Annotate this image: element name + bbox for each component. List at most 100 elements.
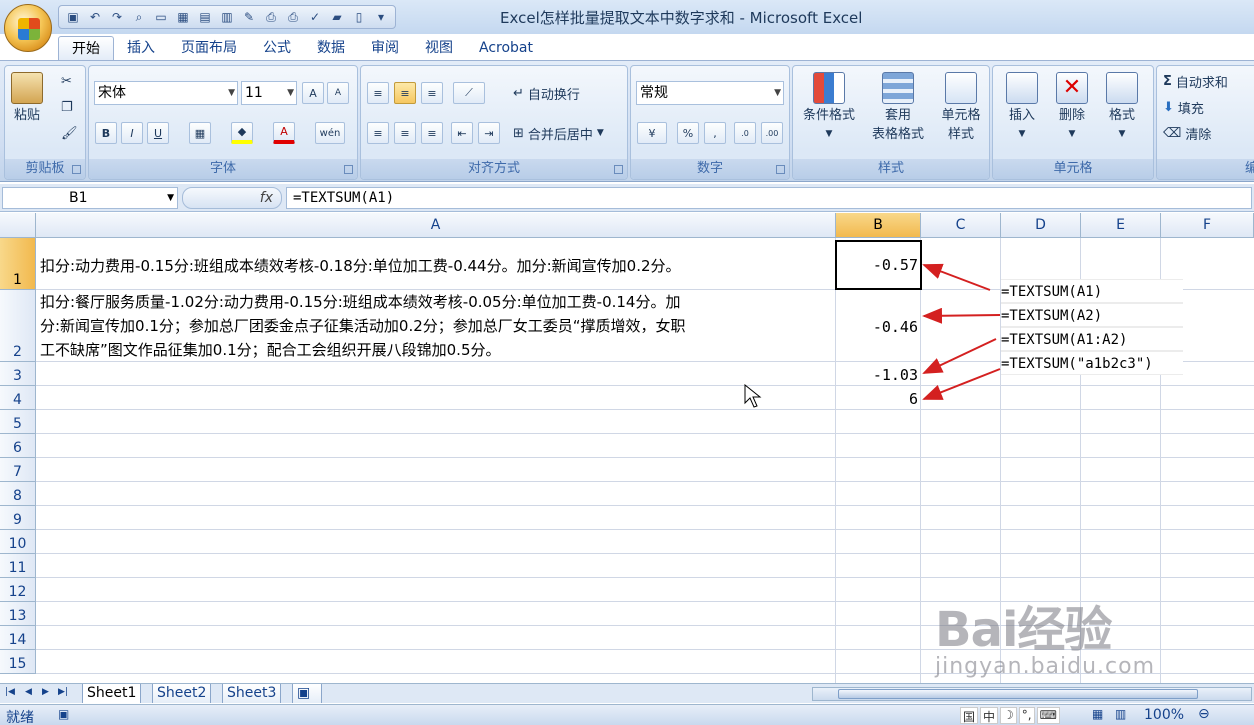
- increase-decimal-button[interactable]: .0: [734, 122, 756, 144]
- align-center-button[interactable]: ≡: [394, 122, 416, 144]
- ime-moon-icon[interactable]: ☽: [1000, 707, 1017, 724]
- spelling-icon[interactable]: ✓: [305, 8, 325, 26]
- macro-record-icon[interactable]: ▣: [58, 707, 69, 721]
- underline-button[interactable]: U: [147, 122, 169, 144]
- group-cells: 插入 ▼ ✕ 删除 ▼ 格式 ▼ 单元格: [992, 65, 1154, 180]
- last-sheet-icon[interactable]: ▶|: [58, 687, 68, 697]
- sheet-tab-sheet3[interactable]: Sheet3: [222, 684, 282, 703]
- fill-color-button[interactable]: ◆: [231, 122, 253, 144]
- insert-cells-button[interactable]: 插入 ▼: [1001, 72, 1043, 144]
- zoom-level[interactable]: 100%: [1144, 707, 1184, 723]
- format-as-table-button[interactable]: 套用 表格格式: [863, 72, 933, 144]
- new-icon[interactable]: ▭: [151, 8, 171, 26]
- number-format-combo[interactable]: 常规 ▼: [636, 81, 784, 105]
- horizontal-scrollbar[interactable]: [812, 687, 1252, 701]
- first-sheet-icon[interactable]: |◀: [5, 687, 15, 697]
- ime-chinese-icon[interactable]: 中: [980, 707, 999, 724]
- cut-button[interactable]: ✂: [61, 70, 72, 92]
- bold-button[interactable]: B: [95, 122, 117, 144]
- autosum-button[interactable]: Σ 自动求和: [1163, 70, 1228, 92]
- comment-icon[interactable]: ▤: [195, 8, 215, 26]
- print-preview-icon[interactable]: ⌕: [129, 8, 149, 26]
- tab-insert[interactable]: 插入: [114, 36, 168, 60]
- tab-review[interactable]: 审阅: [358, 36, 412, 60]
- align-bottom-button[interactable]: ≡: [421, 82, 443, 104]
- zoom-out-icon[interactable]: ⊖: [1198, 706, 1210, 722]
- worksheet-grid[interactable]: A B C D E F 1 2 3 4 5 6 7 8 9 10 11 12 1…: [0, 213, 1254, 683]
- clear-button[interactable]: ⌫ 清除: [1163, 122, 1211, 144]
- sheet-tab-sheet2[interactable]: Sheet2: [152, 684, 212, 703]
- conditional-format-button[interactable]: 条件格式 ▼: [797, 72, 861, 144]
- ime-toolbar[interactable]: 国 中 ☽ °, ⌨: [960, 707, 1060, 724]
- tab-view[interactable]: 视图: [412, 36, 466, 60]
- formula-input[interactable]: =TEXTSUM(A1): [286, 187, 1252, 209]
- format-painter-button[interactable]: 🖌: [61, 122, 78, 144]
- font-launcher-icon[interactable]: [344, 165, 353, 174]
- group-number: 常规 ▼ ¥ % , .0 .00 数字: [630, 65, 790, 180]
- open-icon[interactable]: ▥: [217, 8, 237, 26]
- accounting-button[interactable]: ¥: [637, 122, 667, 144]
- border-button[interactable]: ▦: [189, 122, 211, 144]
- print-icon[interactable]: ⎙: [261, 8, 281, 26]
- tab-acrobat[interactable]: Acrobat: [466, 36, 546, 60]
- italic-button[interactable]: I: [121, 122, 143, 144]
- next-sheet-icon[interactable]: ▶: [42, 687, 49, 697]
- ime-keyboard-icon[interactable]: ⌨: [1036, 707, 1060, 724]
- font-name-combo[interactable]: 宋体 ▼: [94, 81, 238, 105]
- format-cells-button[interactable]: 格式 ▼: [1101, 72, 1143, 144]
- alignment-launcher-icon[interactable]: [614, 165, 623, 174]
- insert-sheet-icon[interactable]: ▣: [292, 684, 322, 703]
- fill-button[interactable]: ⬇ 填充: [1163, 96, 1204, 118]
- delete-cells-button[interactable]: ✕ 删除 ▼: [1051, 72, 1093, 144]
- align-left-button[interactable]: ≡: [367, 122, 389, 144]
- prev-sheet-icon[interactable]: ◀: [25, 687, 32, 697]
- redo-icon[interactable]: ↷: [107, 8, 127, 26]
- clipboard-launcher-icon[interactable]: [72, 165, 81, 174]
- font-size-combo[interactable]: 11 ▼: [241, 81, 297, 105]
- status-ready: 就绪: [6, 710, 34, 725]
- undo-icon[interactable]: ↶: [85, 8, 105, 26]
- group-styles: 条件格式 ▼ 套用 表格格式 单元格 样式 样式: [792, 65, 990, 180]
- office-button[interactable]: [4, 4, 52, 52]
- insert-function-button[interactable]: fx: [182, 187, 282, 209]
- table-icon[interactable]: ▦: [173, 8, 193, 26]
- align-right-button[interactable]: ≡: [421, 122, 443, 144]
- customize-icon[interactable]: ▾: [371, 8, 391, 26]
- ime-punct-icon[interactable]: °,: [1018, 707, 1035, 724]
- format-painter-qat-icon[interactable]: ✎: [239, 8, 259, 26]
- fill-down-icon: ⬇: [1163, 99, 1174, 115]
- orientation-button[interactable]: ⟋: [453, 82, 485, 104]
- tab-home[interactable]: 开始: [58, 36, 114, 60]
- scrollbar-thumb[interactable]: [838, 689, 1198, 699]
- quick-print-icon[interactable]: ⎙: [283, 8, 303, 26]
- font-color-button[interactable]: A: [273, 122, 295, 144]
- tab-page-layout[interactable]: 页面布局: [168, 36, 250, 60]
- paste-button[interactable]: 粘贴: [11, 72, 43, 125]
- folder-icon[interactable]: ▰: [327, 8, 347, 26]
- document-icon[interactable]: ▯: [349, 8, 369, 26]
- tab-formulas[interactable]: 公式: [250, 36, 304, 60]
- percent-button[interactable]: %: [677, 122, 699, 144]
- sheet-tab-sheet1[interactable]: Sheet1: [82, 684, 142, 703]
- merge-center-button[interactable]: ⊞ 合并后居中 ▼: [513, 122, 604, 144]
- comma-button[interactable]: ,: [704, 122, 726, 144]
- grow-font-button[interactable]: A: [302, 82, 324, 104]
- name-box[interactable]: B1 ▼: [2, 187, 178, 209]
- phonetic-button[interactable]: wén: [315, 122, 345, 144]
- wrap-text-button[interactable]: ↵ 自动换行: [513, 82, 580, 104]
- decrease-decimal-button[interactable]: .00: [761, 122, 783, 144]
- normal-view-icon[interactable]: ▦: [1092, 707, 1103, 721]
- decrease-indent-button[interactable]: ⇤: [451, 122, 473, 144]
- align-top-button[interactable]: ≡: [367, 82, 389, 104]
- number-launcher-icon[interactable]: [776, 165, 785, 174]
- page-layout-view-icon[interactable]: ▥: [1115, 707, 1126, 721]
- tab-data[interactable]: 数据: [304, 36, 358, 60]
- align-middle-button[interactable]: ≡: [394, 82, 416, 104]
- cell-styles-button[interactable]: 单元格 样式: [931, 72, 991, 144]
- save-icon[interactable]: ▣: [63, 8, 83, 26]
- increase-indent-button[interactable]: ⇥: [478, 122, 500, 144]
- copy-button[interactable]: ❐: [61, 96, 73, 118]
- shrink-font-button[interactable]: A: [327, 82, 349, 104]
- delete-cells-icon: ✕: [1056, 72, 1088, 104]
- ime-country-icon[interactable]: 国: [960, 707, 979, 724]
